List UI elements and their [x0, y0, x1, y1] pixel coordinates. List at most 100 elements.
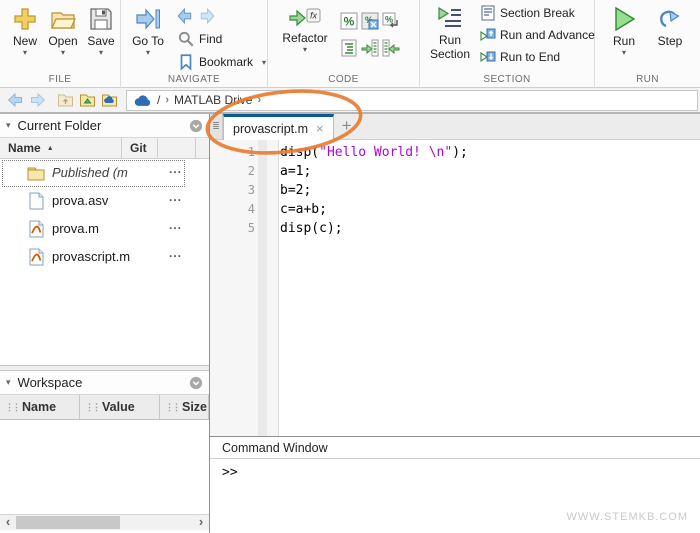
- panel-menu-icon[interactable]: [189, 376, 203, 390]
- navigate-group: Go To ▾ Find Bookmark ▾ NAVIGATE: [121, 0, 268, 88]
- run-section-icon: [436, 5, 464, 33]
- file-row-prova-asv[interactable]: prova.asv ...: [0, 187, 209, 215]
- new-button[interactable]: New ▾: [6, 5, 44, 57]
- goto-button[interactable]: Go To ▾: [129, 5, 167, 57]
- line-number: 4: [210, 200, 255, 219]
- indent-icons-row: [340, 39, 400, 57]
- line-number: 5: [210, 219, 255, 238]
- editor-region: ≣ provascript.m × + 1 disp("Hello World!…: [210, 114, 700, 533]
- uncomment-icon[interactable]: %: [361, 12, 379, 30]
- section-break-label: Section Break: [500, 6, 575, 20]
- code-line: 1 disp("Hello World! \n");: [210, 143, 700, 162]
- section-break-button[interactable]: Section Break: [480, 5, 575, 21]
- matlab-file-icon: [27, 220, 45, 238]
- folder-browse-icon[interactable]: [78, 91, 97, 109]
- run-section-label-line1: Run: [426, 34, 474, 47]
- line-number: 2: [210, 162, 255, 181]
- nav-forward-icon[interactable]: [28, 91, 47, 109]
- command-window-title: Command Window: [210, 437, 700, 459]
- workspace-column-name[interactable]: ⋮⋮ Name: [0, 395, 80, 419]
- refactor-button[interactable]: fx Refactor ▾: [280, 5, 330, 54]
- new-dropdown-arrow[interactable]: ▾: [6, 48, 44, 57]
- save-floppy-icon: [87, 5, 115, 33]
- refactor-dropdown-arrow[interactable]: ▾: [280, 45, 330, 54]
- path-chevron-icon[interactable]: ›: [257, 94, 261, 106]
- navigate-group-label: NAVIGATE: [121, 74, 267, 85]
- run-to-end-button[interactable]: Run to End: [480, 49, 560, 65]
- code-line: 3 b=2;: [210, 181, 700, 200]
- open-button[interactable]: Open ▾: [44, 5, 82, 57]
- code-line: 2 a=1;: [210, 162, 700, 181]
- folder-up-icon[interactable]: [56, 91, 75, 109]
- bookmark-dropdown-arrow[interactable]: ▾: [262, 58, 266, 67]
- scroll-right-icon[interactable]: ›: [194, 515, 208, 530]
- scroll-left-icon[interactable]: ‹: [1, 515, 15, 530]
- save-dropdown-arrow[interactable]: ▾: [82, 48, 120, 57]
- horizontal-scrollbar[interactable]: ‹ ›: [0, 514, 209, 530]
- workspace-column-size[interactable]: ⋮⋮ Size: [160, 395, 209, 419]
- run-and-advance-label: Run and Advance: [500, 28, 595, 42]
- find-button[interactable]: Find: [177, 30, 222, 48]
- nav-back-icon[interactable]: [6, 91, 25, 109]
- column-header-name[interactable]: Name ▲: [0, 138, 122, 158]
- file-row-published[interactable]: Published (m ...: [0, 159, 209, 187]
- code-text: c=a+b;: [255, 200, 327, 219]
- column-header-blank[interactable]: [158, 138, 196, 158]
- file-name: prova.m: [52, 221, 99, 236]
- folder-cloud-icon[interactable]: [100, 91, 119, 109]
- run-section-button[interactable]: Run Section: [426, 5, 474, 61]
- folder-icon: [27, 164, 45, 182]
- code-editor[interactable]: 1 disp("Hello World! \n"); 2 a=1; 3 b=2;…: [210, 140, 700, 436]
- path-field[interactable]: / › MATLAB Drive ›: [126, 90, 698, 111]
- tab-provascript[interactable]: provascript.m ×: [223, 114, 334, 140]
- row-more-icon[interactable]: ...: [169, 218, 182, 232]
- run-and-advance-button[interactable]: Run and Advance: [480, 27, 595, 43]
- save-button[interactable]: Save ▾: [82, 5, 120, 57]
- run-button[interactable]: Run ▾: [605, 5, 643, 57]
- file-icon: [27, 192, 45, 210]
- path-drive[interactable]: MATLAB Drive: [174, 93, 252, 107]
- panel-menu-icon[interactable]: [189, 119, 203, 133]
- smart-indent-icon[interactable]: [340, 39, 358, 57]
- row-more-icon[interactable]: ...: [169, 162, 182, 176]
- workspace-column-value[interactable]: ⋮⋮ Value: [80, 395, 160, 419]
- command-window: Command Window >> WWW.STEMKB.COM: [210, 436, 700, 533]
- section-group: Run Section Section Break Run and Advanc…: [420, 0, 595, 88]
- path-chevron-icon[interactable]: ›: [165, 94, 169, 106]
- row-more-icon[interactable]: ...: [169, 190, 182, 204]
- collapse-triangle-icon[interactable]: ▾: [6, 377, 11, 388]
- command-prompt[interactable]: >>: [210, 459, 700, 486]
- bookmark-icon: [177, 53, 195, 71]
- file-group: New ▾ Open ▾ Save ▾ FILE: [0, 0, 121, 88]
- goto-dropdown-arrow[interactable]: ▾: [129, 48, 167, 57]
- path-root[interactable]: /: [157, 93, 160, 107]
- tab-close-icon[interactable]: ×: [316, 121, 324, 136]
- step-button[interactable]: Step: [651, 5, 689, 48]
- run-dropdown-arrow[interactable]: ▾: [605, 48, 643, 57]
- indent-left-icon[interactable]: [382, 39, 400, 57]
- run-section-label-line2: Section: [426, 48, 474, 61]
- document-list-icon[interactable]: ≣: [210, 114, 223, 139]
- goto-label: Go To: [129, 34, 167, 48]
- forward-icon[interactable]: [198, 7, 216, 25]
- file-name: Published (m: [52, 165, 128, 180]
- file-row-prova-m[interactable]: prova.m ...: [0, 215, 209, 243]
- file-row-provascript-m[interactable]: provascript.m ...: [0, 243, 209, 271]
- watermark: WWW.STEMKB.COM: [566, 511, 688, 523]
- workspace-table-header: ⋮⋮ Name ⋮⋮ Value ⋮⋮ Size: [0, 395, 209, 420]
- open-dropdown-arrow[interactable]: ▾: [44, 48, 82, 57]
- run-group-label: RUN: [595, 74, 700, 85]
- comment-icon[interactable]: %: [340, 12, 358, 30]
- indent-right-icon[interactable]: [361, 39, 379, 57]
- collapse-triangle-icon[interactable]: ▾: [6, 120, 11, 131]
- code-text: disp("Hello World! \n");: [255, 143, 468, 162]
- bookmark-button[interactable]: Bookmark ▾: [177, 53, 266, 71]
- scrollbar-thumb[interactable]: [16, 516, 120, 529]
- back-icon[interactable]: [176, 7, 194, 25]
- column-header-git[interactable]: Git: [122, 138, 158, 158]
- new-tab-icon[interactable]: +: [334, 114, 360, 139]
- fx-glyph: fx: [310, 11, 318, 21]
- wrap-comments-icon[interactable]: %: [382, 12, 400, 30]
- goto-icon: [134, 5, 162, 33]
- row-more-icon[interactable]: ...: [169, 246, 182, 260]
